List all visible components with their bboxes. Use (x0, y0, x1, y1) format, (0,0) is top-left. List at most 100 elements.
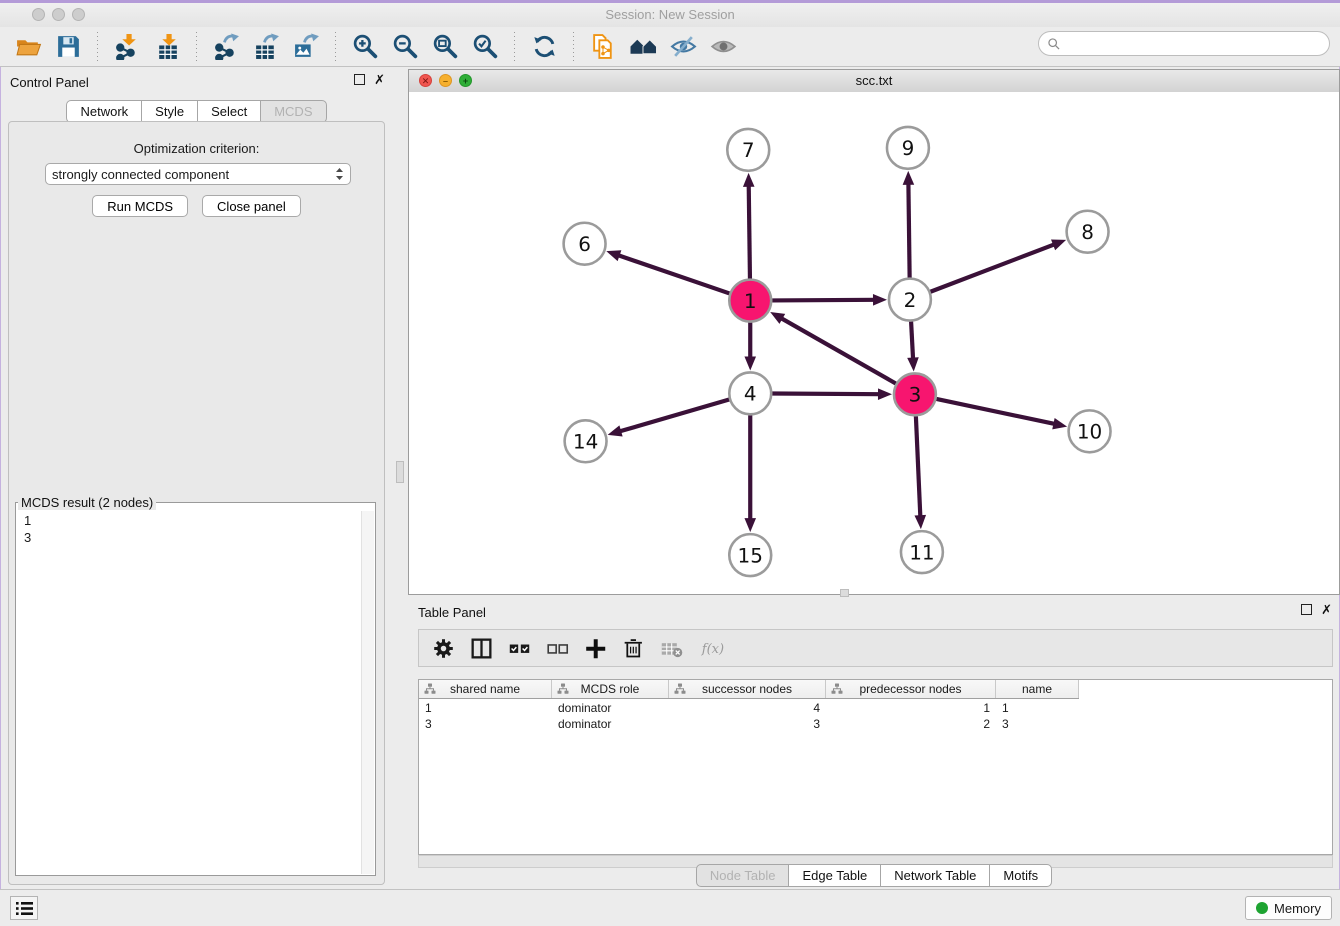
tab-mcds[interactable]: MCDS (260, 100, 326, 123)
add-icon[interactable] (581, 634, 609, 662)
graph-node-4[interactable]: 4 (729, 372, 771, 414)
tab-network-table[interactable]: Network Table (880, 864, 990, 887)
table-row[interactable]: 1dominator411 (419, 700, 1332, 716)
main-toolbar (0, 27, 1340, 67)
node-label: 10 (1077, 420, 1102, 444)
graph-node-8[interactable]: 8 (1067, 211, 1109, 253)
result-scrollbar[interactable] (361, 511, 374, 874)
graph-edge-3-11[interactable] (916, 416, 920, 517)
tab-node-table[interactable]: Node Table (696, 864, 790, 887)
tab-select[interactable]: Select (197, 100, 261, 123)
close-panel-icon[interactable]: ✗ (374, 74, 385, 85)
zoom-out-icon[interactable] (385, 31, 425, 63)
tab-motifs[interactable]: Motifs (989, 864, 1052, 887)
table-toolbar: f(x) (418, 629, 1333, 667)
zoom-in-icon[interactable] (345, 31, 385, 63)
node-table[interactable]: shared nameMCDS rolesuccessor nodes prede… (418, 679, 1333, 855)
graph-edge-2-8[interactable] (930, 244, 1055, 292)
deselect-all-icon[interactable] (543, 634, 571, 662)
optimization-dropdown[interactable]: strongly connected component (45, 163, 351, 185)
save-icon[interactable] (48, 31, 88, 63)
search-icon (1047, 37, 1061, 51)
table-panel: Table Panel ✗ f(x) shared nameMCDS roles… (408, 599, 1340, 893)
refresh-icon[interactable] (524, 31, 564, 63)
graph-node-14[interactable]: 14 (565, 420, 607, 462)
houses-icon[interactable] (623, 31, 663, 63)
toolbar-separator (97, 32, 98, 62)
edge-arrowhead-icon (744, 518, 756, 532)
graph-edge-4-3[interactable] (772, 394, 880, 395)
zoom-selected-icon[interactable] (465, 31, 505, 63)
function-icon: f(x) (695, 634, 729, 662)
graph-node-15[interactable]: 15 (729, 534, 771, 576)
network-titlebar: ✕ – + scc.txt (409, 70, 1339, 93)
graph-edge-1-6[interactable] (618, 255, 730, 293)
delete-table-icon (657, 634, 685, 662)
edge-arrowhead-icon (608, 425, 623, 436)
task-history-button[interactable] (10, 896, 38, 920)
graph-node-9[interactable]: 9 (887, 127, 929, 169)
run-mcds-button[interactable]: Run MCDS (92, 195, 188, 217)
table-cell: dominator (552, 716, 669, 732)
show-all-icon[interactable] (703, 31, 743, 63)
graph-edge-1-7[interactable] (749, 185, 750, 279)
memory-status-icon (1256, 902, 1268, 914)
column-label: predecessor nodes (859, 682, 961, 696)
export-image-icon[interactable] (286, 31, 326, 63)
list-icon (16, 901, 33, 916)
export-network-icon[interactable] (206, 31, 246, 63)
import-network-icon[interactable] (107, 31, 147, 63)
import-table-icon[interactable] (147, 31, 187, 63)
column-header-successor-nodes[interactable]: successor nodes (669, 680, 826, 698)
memory-button[interactable]: Memory (1245, 896, 1332, 920)
graph-edge-4-14[interactable] (619, 400, 729, 432)
graph-node-10[interactable]: 10 (1069, 410, 1111, 452)
tab-style[interactable]: Style (141, 100, 198, 123)
select-all-icon[interactable] (505, 634, 533, 662)
table-cell: 2 (826, 716, 996, 732)
graph-node-11[interactable]: 11 (901, 531, 943, 573)
mcds-result-title: MCDS result (2 nodes) (18, 495, 156, 510)
graph-edge-1-2[interactable] (772, 300, 875, 301)
column-header-shared-name[interactable]: shared name (419, 680, 552, 698)
node-label: 11 (909, 540, 934, 564)
tab-network[interactable]: Network (66, 100, 142, 123)
node-label: 15 (738, 543, 763, 567)
graph-node-2[interactable]: 2 (889, 279, 931, 321)
svg-text:f(x): f(x) (701, 642, 724, 657)
column-header-MCDS-role[interactable]: MCDS role (552, 680, 669, 698)
control-panel-tabs: NetworkStyleSelectMCDS (66, 100, 326, 123)
table-row[interactable]: 3dominator323 (419, 716, 1332, 732)
clipboard-network-icon[interactable] (583, 31, 623, 63)
zoom-fit-icon[interactable] (425, 31, 465, 63)
float-panel-icon[interactable] (354, 74, 365, 85)
float-table-panel-icon[interactable] (1301, 604, 1312, 615)
search-input[interactable] (1061, 35, 1329, 52)
graph-node-1[interactable]: 1 (729, 280, 771, 322)
trash-icon[interactable] (619, 634, 647, 662)
graph-edge-3-10[interactable] (936, 399, 1055, 424)
column-header-name[interactable]: name (996, 680, 1079, 698)
hide-visible-icon[interactable] (663, 31, 703, 63)
columns-icon[interactable] (467, 634, 495, 662)
graph-edge-2-9[interactable] (908, 183, 909, 278)
graph-node-7[interactable]: 7 (727, 129, 769, 171)
vertical-splitter-handle[interactable] (396, 461, 404, 483)
gear-icon[interactable] (429, 634, 457, 662)
edge-arrowhead-icon (744, 356, 756, 370)
graph-node-6[interactable]: 6 (564, 223, 606, 265)
network-canvas[interactable]: 1 2 3 4 6 7 8 9 10 11 14 15 (409, 92, 1339, 594)
column-header-predecessor-nodes[interactable]: predecessor nodes (826, 680, 996, 698)
graph-edge-2-3[interactable] (911, 322, 913, 360)
export-table-icon[interactable] (246, 31, 286, 63)
node-label: 2 (904, 288, 917, 312)
horizontal-splitter-handle[interactable] (840, 589, 849, 597)
close-table-panel-icon[interactable]: ✗ (1321, 604, 1332, 615)
tab-edge-table[interactable]: Edge Table (788, 864, 881, 887)
graph-edge-3-1[interactable] (781, 318, 896, 384)
open-folder-icon[interactable] (8, 31, 48, 63)
search-box[interactable] (1038, 31, 1330, 56)
close-panel-button[interactable]: Close panel (202, 195, 301, 217)
graph-node-3[interactable]: 3 (894, 373, 936, 415)
node-label: 7 (742, 138, 755, 162)
